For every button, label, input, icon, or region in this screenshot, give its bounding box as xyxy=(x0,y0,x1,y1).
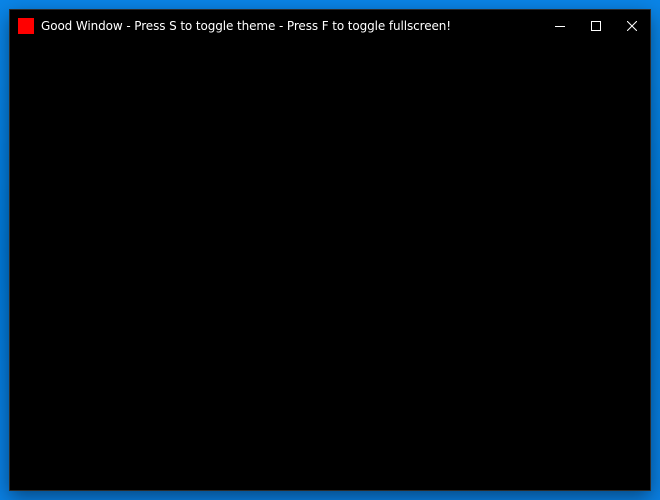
close-icon xyxy=(627,20,637,31)
window-titlebar[interactable]: Good Window - Press S to toggle theme - … xyxy=(10,10,650,41)
window-client-area[interactable] xyxy=(10,41,650,490)
app-window[interactable]: Good Window - Press S to toggle theme - … xyxy=(10,10,650,490)
window-title: Good Window - Press S to toggle theme - … xyxy=(41,18,452,33)
minimize-button[interactable] xyxy=(542,10,578,41)
app-icon[interactable] xyxy=(18,17,34,34)
caption-buttons xyxy=(542,10,650,41)
desktop-background: Good Window - Press S to toggle theme - … xyxy=(0,0,660,500)
minimize-icon xyxy=(555,25,565,27)
maximize-icon xyxy=(591,20,601,31)
maximize-button[interactable] xyxy=(578,10,614,41)
close-button[interactable] xyxy=(614,10,650,41)
